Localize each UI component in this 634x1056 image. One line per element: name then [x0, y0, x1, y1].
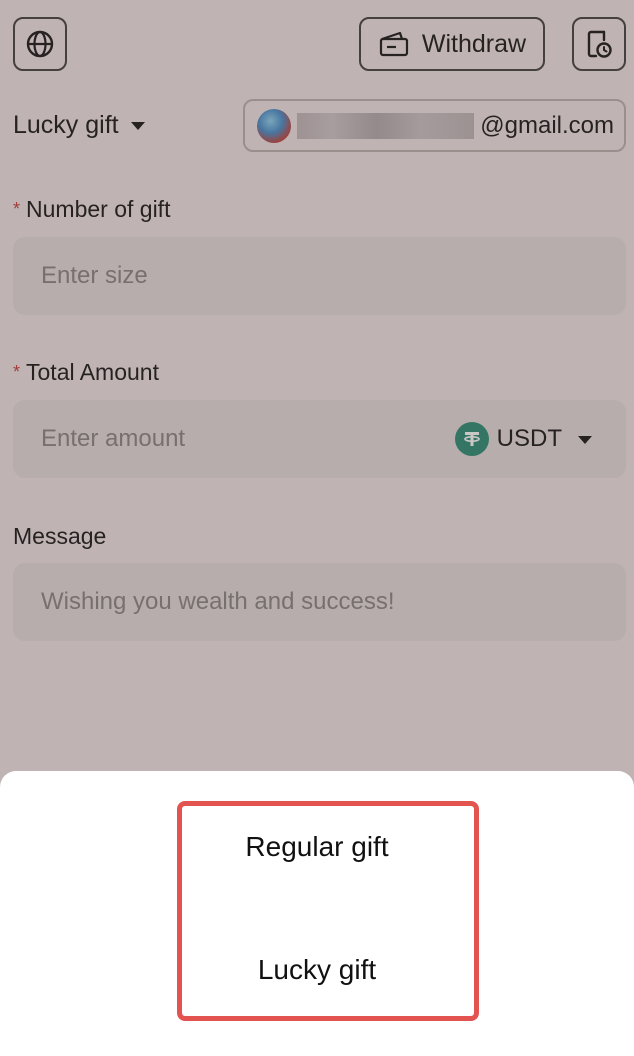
option-regular-gift[interactable]: Regular gift [0, 831, 634, 863]
gift-type-sheet: Regular gift Lucky gift [0, 771, 634, 1056]
option-lucky-gift[interactable]: Lucky gift [0, 954, 634, 986]
gift-form-page: Withdraw Lucky gift @gmail.com * Number … [0, 0, 634, 1056]
